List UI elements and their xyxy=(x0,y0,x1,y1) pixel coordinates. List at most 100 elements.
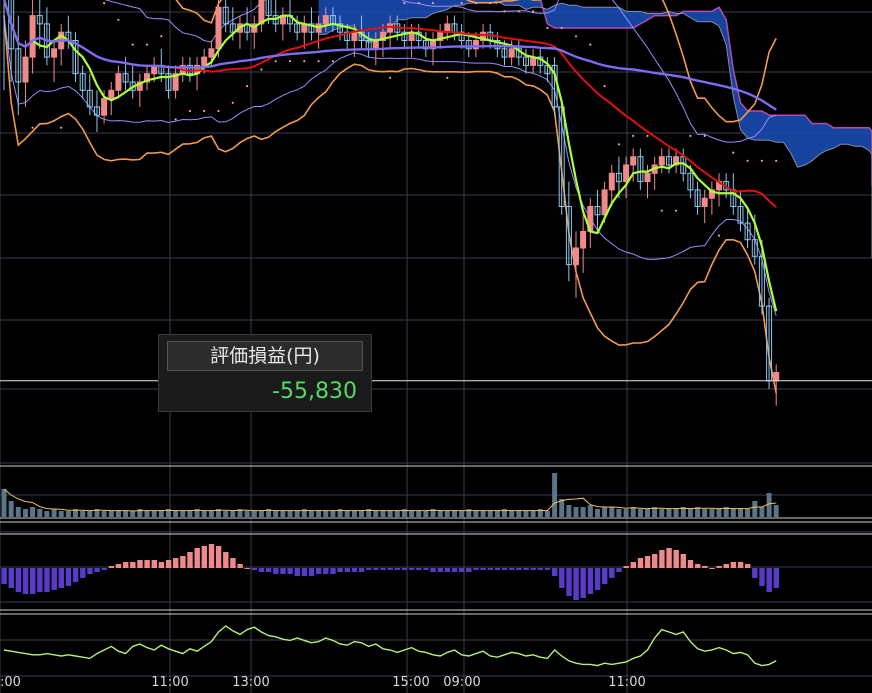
macd-bar-12 xyxy=(87,568,93,574)
macd-bar-47 xyxy=(337,568,343,572)
volume-bar-87 xyxy=(623,509,629,517)
sar-dot-76 xyxy=(546,26,549,30)
macd-bar-35 xyxy=(251,568,258,570)
x-tick-label-4: 09:00 xyxy=(443,675,480,690)
macd-bar-61 xyxy=(437,568,443,572)
sar-dot-26 xyxy=(188,109,191,113)
volume-bar-15 xyxy=(108,511,114,517)
volume-bar-98 xyxy=(702,509,708,517)
volume-bar-52 xyxy=(373,511,379,517)
macd-bar-103 xyxy=(737,562,744,568)
candle-body-54 xyxy=(387,23,394,33)
sar-dot-106 xyxy=(760,159,764,162)
volume-bar-32 xyxy=(230,511,236,517)
macd-bar-102 xyxy=(730,562,737,568)
volume-bar-1 xyxy=(8,501,14,517)
macd-bar-5 xyxy=(37,568,43,592)
volume-bar-59 xyxy=(423,511,429,517)
candle-body-84 xyxy=(601,189,608,216)
volume-bar-63 xyxy=(452,511,457,517)
volume-bar-40 xyxy=(287,511,293,517)
volume-bar-25 xyxy=(180,511,186,517)
macd-bar-80 xyxy=(573,568,579,600)
candle-body-98 xyxy=(701,197,708,207)
macd-bar-7 xyxy=(51,568,57,590)
macd-bar-67 xyxy=(480,568,486,570)
macd-bar-2 xyxy=(15,568,22,592)
macd-bar-78 xyxy=(559,568,565,588)
volume-bar-93 xyxy=(666,509,672,517)
volume-bar-0 xyxy=(1,489,7,517)
sar-dot-14 xyxy=(103,1,106,5)
macd-bar-72 xyxy=(516,568,522,570)
volume-bar-16 xyxy=(115,511,121,517)
macd-bar-84 xyxy=(602,568,608,584)
sar-dot-64 xyxy=(460,1,463,5)
volume-bar-45 xyxy=(323,511,329,517)
candle-body-29 xyxy=(208,48,215,58)
macd-bar-18 xyxy=(130,562,136,568)
candle-body-15 xyxy=(108,89,115,100)
volume-bar-96 xyxy=(687,509,693,517)
macd-bar-45 xyxy=(323,568,329,574)
volume-bar-2 xyxy=(15,507,21,517)
volume-bar-85 xyxy=(609,507,615,517)
macd-bar-41 xyxy=(294,568,300,576)
sar-dot-44 xyxy=(317,60,320,63)
macd-bar-99 xyxy=(709,568,715,569)
macd-bar-25 xyxy=(180,556,186,568)
sar-dot-42 xyxy=(303,60,306,63)
macd-bar-96 xyxy=(687,560,694,568)
sar-dot-60 xyxy=(431,1,435,5)
macd-bar-43 xyxy=(308,568,315,576)
volume-bar-69 xyxy=(494,511,500,517)
candle-body-45 xyxy=(322,15,329,25)
volume-bar-79 xyxy=(566,505,572,517)
sar-dot-70 xyxy=(503,10,506,13)
volume-bar-14 xyxy=(101,511,107,517)
macd-bar-46 xyxy=(330,568,336,574)
sar-dot-98 xyxy=(703,134,706,137)
x-tick-label-3: 15:00 xyxy=(392,675,429,690)
x-tick-label-0: :00 xyxy=(0,675,21,690)
volume-bar-31 xyxy=(223,511,229,517)
macd-bar-81 xyxy=(580,568,586,598)
volume-bar-102 xyxy=(730,509,736,517)
macd-bar-16 xyxy=(115,564,122,568)
macd-bar-28 xyxy=(201,546,207,568)
macd-bar-37 xyxy=(265,568,272,572)
macd-bar-76 xyxy=(544,568,551,570)
macd-bar-57 xyxy=(408,568,415,570)
volume-bar-49 xyxy=(351,511,357,517)
candle-body-3 xyxy=(22,56,29,83)
macd-bar-6 xyxy=(44,568,50,592)
macd-bar-90 xyxy=(644,556,651,568)
stock-chart[interactable]: :00 11:00 13:00 15:00 09:00 11:00 xyxy=(0,0,872,693)
volume-bar-57 xyxy=(409,511,415,517)
volume-bar-100 xyxy=(716,509,722,517)
macd-bar-89 xyxy=(637,558,644,568)
sar-dot-38 xyxy=(274,60,277,63)
candle-body-14 xyxy=(101,98,108,116)
macd-bar-15 xyxy=(108,566,115,568)
unrealized-pl-panel: 評価損益(円) -55,830 xyxy=(158,334,372,412)
sar-dot-30 xyxy=(217,109,220,113)
volume-bar-82 xyxy=(587,505,593,517)
macd-bar-74 xyxy=(530,568,536,570)
volume-bar-38 xyxy=(273,511,279,517)
macd-bar-63 xyxy=(451,568,458,572)
sar-dot-16 xyxy=(117,18,120,21)
macd-bar-68 xyxy=(487,568,493,570)
volume-bar-20 xyxy=(144,511,150,517)
sar-dot-68 xyxy=(489,1,492,5)
sar-dot-86 xyxy=(617,143,621,146)
macd-bar-60 xyxy=(430,568,436,572)
volume-bar-68 xyxy=(487,511,493,517)
sar-dot-80 xyxy=(574,35,578,38)
volume-bar-24 xyxy=(173,511,179,517)
macd-bar-34 xyxy=(244,568,250,569)
macd-bar-79 xyxy=(566,568,572,596)
candle-body-80 xyxy=(573,247,579,266)
volume-bar-5 xyxy=(37,509,43,517)
sar-dot-108 xyxy=(775,159,778,162)
